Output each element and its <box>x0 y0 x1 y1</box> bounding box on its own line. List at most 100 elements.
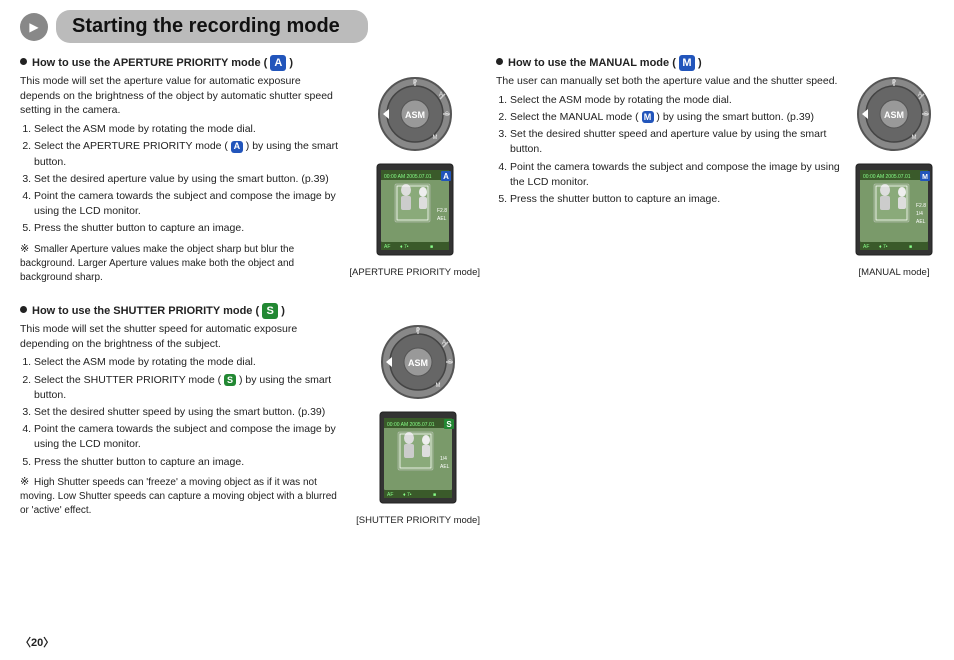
svg-text:M: M <box>912 135 917 141</box>
svg-text:P: P <box>892 80 896 86</box>
note-symbol-2: ※ <box>20 476 29 488</box>
right-column: How to use the MANUAL mode ( M ) The use… <box>496 55 934 544</box>
svg-text:S: S <box>446 420 452 429</box>
manual-title-row: How to use the MANUAL mode ( M ) <box>496 55 934 71</box>
header-arrow-icon <box>20 13 48 41</box>
manual-intro: The user can manually set both the apert… <box>496 74 844 89</box>
svg-text:■: ■ <box>909 244 912 250</box>
svg-text:ASM: ASM <box>405 110 425 120</box>
manual-step-4: Point the camera towards the subject and… <box>510 160 844 190</box>
manual-caption: [MANUAL mode] <box>859 267 930 278</box>
svg-text:M: M <box>432 135 437 141</box>
shutter-priority-title-row: How to use the SHUTTER PRIORITY mode ( S… <box>20 303 480 319</box>
shutter-priority-section: How to use the SHUTTER PRIORITY mode ( S… <box>20 303 480 526</box>
shutter-dial-svg: ASM P A S M <box>378 322 458 402</box>
manual-steps: Select the ASM mode by rotating the mode… <box>496 93 844 208</box>
left-column: How to use the APERTURE PRIORITY mode ( … <box>20 55 480 544</box>
manual-step-5: Press the shutter button to capture an i… <box>510 192 844 207</box>
svg-text:P: P <box>413 80 417 86</box>
manual-dial-container: ASM P A S M <box>854 74 934 278</box>
header-title-box: Starting the recording mode <box>56 10 368 43</box>
aperture-priority-body: This mode will set the aperture value fo… <box>20 74 480 285</box>
svg-text:00:00 AM 2005.07.01: 00:00 AM 2005.07.01 <box>863 174 911 180</box>
shutter-priority-text: This mode will set the shutter speed for… <box>20 322 346 518</box>
shutter-priority-body: This mode will set the shutter speed for… <box>20 322 480 526</box>
manual-step-2: Select the MANUAL mode ( M ) by using th… <box>510 110 844 125</box>
manual-body: The user can manually set both the apert… <box>496 74 934 278</box>
svg-text:S: S <box>924 112 928 118</box>
aperture-intro: This mode will set the aperture value fo… <box>20 74 339 118</box>
aperture-step-4: Point the camera towards the subject and… <box>34 189 339 219</box>
page-title: Starting the recording mode <box>72 15 340 37</box>
aperture-lcd-svg: 00:00 AM 2005.07.01 A <box>375 162 455 257</box>
manual-title: How to use the MANUAL mode ( M ) <box>508 55 702 71</box>
svg-text:00:00 AM 2005.07.01: 00:00 AM 2005.07.01 <box>387 422 435 428</box>
shutter-step-4: Point the camera towards the subject and… <box>34 422 346 452</box>
shutter-caption: [SHUTTER PRIORITY mode] <box>356 515 480 526</box>
svg-text:P: P <box>416 328 420 334</box>
shutter-steps: Select the ASM mode by rotating the mode… <box>20 355 346 470</box>
svg-text:AF: AF <box>384 244 390 250</box>
page: Starting the recording mode How to use t… <box>0 0 954 660</box>
manual-text: The user can manually set both the apert… <box>496 74 844 209</box>
main-content: How to use the APERTURE PRIORITY mode ( … <box>20 55 934 544</box>
svg-text:AF: AF <box>387 492 393 498</box>
note-symbol-1: ※ <box>20 243 29 255</box>
svg-text:ASM: ASM <box>884 110 904 120</box>
svg-text:S: S <box>448 360 452 366</box>
manual-step-1: Select the ASM mode by rotating the mode… <box>510 93 844 108</box>
svg-text:M: M <box>922 174 928 181</box>
shutter-step-5: Press the shutter button to capture an i… <box>34 455 346 470</box>
bullet-dot-1 <box>20 58 27 65</box>
aperture-step-5: Press the shutter button to capture an i… <box>34 221 339 236</box>
shutter-step-3: Set the desired shutter speed by using t… <box>34 405 346 420</box>
aperture-dial-container: ASM P A S M <box>349 74 480 278</box>
header: Starting the recording mode <box>20 10 934 43</box>
aperture-badge: A <box>270 55 286 71</box>
aperture-priority-title: How to use the APERTURE PRIORITY mode ( … <box>32 55 293 71</box>
aperture-dial-svg: ASM P A S M <box>375 74 455 154</box>
aperture-priority-section: How to use the APERTURE PRIORITY mode ( … <box>20 55 480 285</box>
svg-text:■: ■ <box>433 492 436 498</box>
svg-text:F2.8: F2.8 <box>437 208 447 214</box>
shutter-step-1: Select the ASM mode by rotating the mode… <box>34 355 346 370</box>
shutter-badge: S <box>262 303 278 319</box>
svg-text:♦ 7•: ♦ 7• <box>400 244 409 250</box>
aperture-steps: Select the ASM mode by rotating the mode… <box>20 122 339 237</box>
shutter-lcd-svg: 00:00 AM 2005.07.01 S AF <box>378 410 458 505</box>
bullet-dot-3 <box>496 58 503 65</box>
svg-text:1/4: 1/4 <box>916 211 923 217</box>
manual-section: How to use the MANUAL mode ( M ) The use… <box>496 55 934 278</box>
svg-text:AEL: AEL <box>916 219 926 225</box>
aperture-priority-title-row: How to use the APERTURE PRIORITY mode ( … <box>20 55 480 71</box>
svg-text:AF: AF <box>863 244 869 250</box>
manual-badge: M <box>679 55 695 71</box>
aperture-caption: [APERTURE PRIORITY mode] <box>349 267 480 278</box>
svg-text:AEL: AEL <box>437 216 447 222</box>
page-number: 〈20〉 <box>20 637 54 649</box>
shutter-note: ※ High Shutter speeds can 'freeze' a mov… <box>20 475 346 518</box>
shutter-priority-title: How to use the SHUTTER PRIORITY mode ( S… <box>32 303 285 319</box>
svg-text:A: A <box>439 92 443 98</box>
aperture-step-2: Select the APERTURE PRIORITY mode ( A ) … <box>34 139 339 169</box>
shutter-step-2: Select the SHUTTER PRIORITY mode ( S ) b… <box>34 373 346 403</box>
aperture-note: ※ Smaller Aperture values make the objec… <box>20 242 339 285</box>
svg-text:00:00 AM 2005.07.01: 00:00 AM 2005.07.01 <box>384 174 432 180</box>
footer: 〈20〉 <box>20 634 54 650</box>
svg-text:A: A <box>918 92 922 98</box>
svg-text:■: ■ <box>430 244 433 250</box>
svg-text:F2.8: F2.8 <box>916 203 926 209</box>
manual-step-3: Set the desired shutter speed and apertu… <box>510 127 844 157</box>
svg-text:1/4: 1/4 <box>440 456 447 462</box>
bullet-dot-2 <box>20 306 27 313</box>
aperture-step-1: Select the ASM mode by rotating the mode… <box>34 122 339 137</box>
svg-text:A: A <box>442 340 446 346</box>
svg-text:ASM: ASM <box>408 358 428 368</box>
aperture-priority-text: This mode will set the aperture value fo… <box>20 74 339 285</box>
svg-text:♦ 7•: ♦ 7• <box>879 244 888 250</box>
aperture-step-3: Set the desired aperture value by using … <box>34 172 339 187</box>
svg-text:AEL: AEL <box>440 464 450 470</box>
shutter-dial-container: ASM P A S M <box>356 322 480 526</box>
manual-lcd-svg: 00:00 AM 2005.07.01 M AF <box>854 162 934 257</box>
svg-text:M: M <box>436 383 441 389</box>
